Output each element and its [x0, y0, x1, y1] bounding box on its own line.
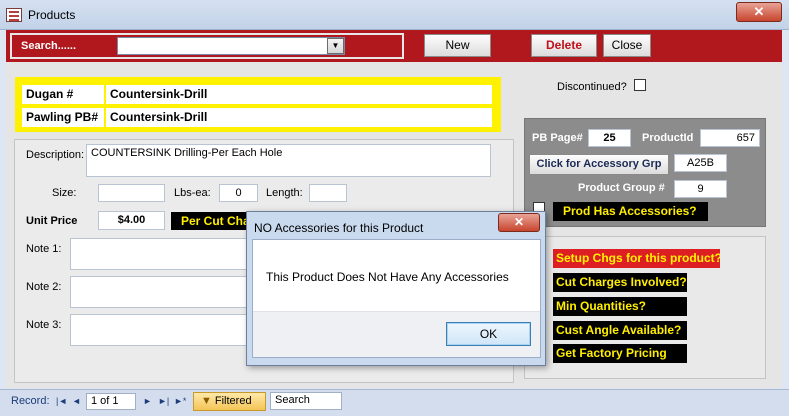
- product-group-field[interactable]: 9: [674, 180, 727, 198]
- factory-pricing-button[interactable]: Get Factory Pricing: [553, 344, 687, 363]
- form-icon: [6, 8, 22, 22]
- funnel-icon: ▼: [201, 395, 212, 407]
- record-label: Record:: [11, 395, 50, 407]
- dugan-label: Dugan #: [22, 85, 104, 104]
- lbs-label: Lbs-ea:: [174, 187, 211, 199]
- discontinued-label: Discontinued?: [557, 81, 627, 93]
- discontinued-checkbox[interactable]: [634, 79, 646, 91]
- size-field[interactable]: [98, 184, 165, 202]
- first-record-icon[interactable]: |◄: [56, 396, 67, 406]
- product-id-field[interactable]: 657: [700, 129, 760, 147]
- lbs-field[interactable]: 0: [219, 184, 258, 202]
- chevron-down-icon[interactable]: ▼: [327, 38, 344, 54]
- description-field[interactable]: COUNTERSINK Drilling-Per Each Hole: [86, 144, 491, 177]
- filtered-label: Filtered: [214, 395, 252, 407]
- window-title: Products: [28, 8, 76, 22]
- delete-button[interactable]: Delete: [531, 34, 597, 57]
- last-record-icon[interactable]: ►|: [158, 396, 169, 406]
- note2-label: Note 2:: [26, 281, 62, 293]
- accessory-group-button[interactable]: Click for Accessory Grp: [529, 154, 669, 175]
- previous-record-icon[interactable]: ◄: [72, 396, 81, 406]
- note2-field[interactable]: [70, 276, 250, 308]
- ok-button[interactable]: OK: [446, 322, 531, 346]
- unit-price-label: Unit Price: [26, 215, 78, 227]
- pb-page-field[interactable]: 25: [588, 129, 631, 147]
- dialog-close-button[interactable]: ✕: [498, 213, 540, 232]
- note3-label: Note 3:: [26, 319, 62, 331]
- per-cut-charge-button[interactable]: Per Cut Cha: [171, 212, 256, 230]
- filtered-toggle[interactable]: ▼ Filtered: [193, 392, 266, 411]
- description-label: Description:: [26, 149, 85, 161]
- note1-label: Note 1:: [26, 243, 62, 255]
- dialog-message: This Product Does Not Have Any Accessori…: [266, 270, 509, 284]
- window-close-button[interactable]: ✕: [736, 2, 782, 22]
- length-field[interactable]: [309, 184, 347, 202]
- next-record-icon[interactable]: ►: [143, 396, 152, 406]
- length-label: Length:: [266, 187, 303, 199]
- product-group-label: Product Group #: [578, 182, 665, 194]
- note1-field[interactable]: [70, 238, 250, 270]
- search-combo[interactable]: [117, 37, 345, 55]
- record-number-field[interactable]: 1 of 1: [86, 393, 136, 410]
- has-accessories-label: Prod Has Accessories?: [553, 202, 708, 221]
- new-button[interactable]: New: [424, 34, 491, 57]
- cut-charges-button[interactable]: Cut Charges Involved?: [553, 273, 687, 292]
- pawling-label: Pawling PB#: [22, 108, 104, 127]
- record-search-field[interactable]: Search: [270, 392, 342, 410]
- product-id-label: ProductId: [642, 132, 694, 144]
- new-record-icon[interactable]: ►*: [174, 396, 186, 406]
- unit-price-field[interactable]: $4.00: [98, 211, 165, 230]
- pb-page-label: PB Page#: [532, 132, 583, 144]
- dugan-field[interactable]: Countersink-Drill: [106, 85, 492, 104]
- close-button[interactable]: Close: [603, 34, 651, 57]
- setup-charges-button[interactable]: Setup Chgs for this product?: [553, 249, 720, 268]
- note3-field[interactable]: [70, 314, 250, 346]
- min-quantities-button[interactable]: Min Quantities?: [553, 297, 687, 316]
- cust-angle-button[interactable]: Cust Angle Available?: [553, 321, 687, 340]
- accessory-group-field[interactable]: A25B: [674, 154, 727, 172]
- dialog-title: NO Accessories for this Product: [254, 221, 424, 235]
- title-bar: [0, 0, 789, 30]
- pawling-field[interactable]: Countersink-Drill: [106, 108, 492, 127]
- size-label: Size:: [52, 187, 77, 199]
- search-label: Search......: [21, 40, 77, 52]
